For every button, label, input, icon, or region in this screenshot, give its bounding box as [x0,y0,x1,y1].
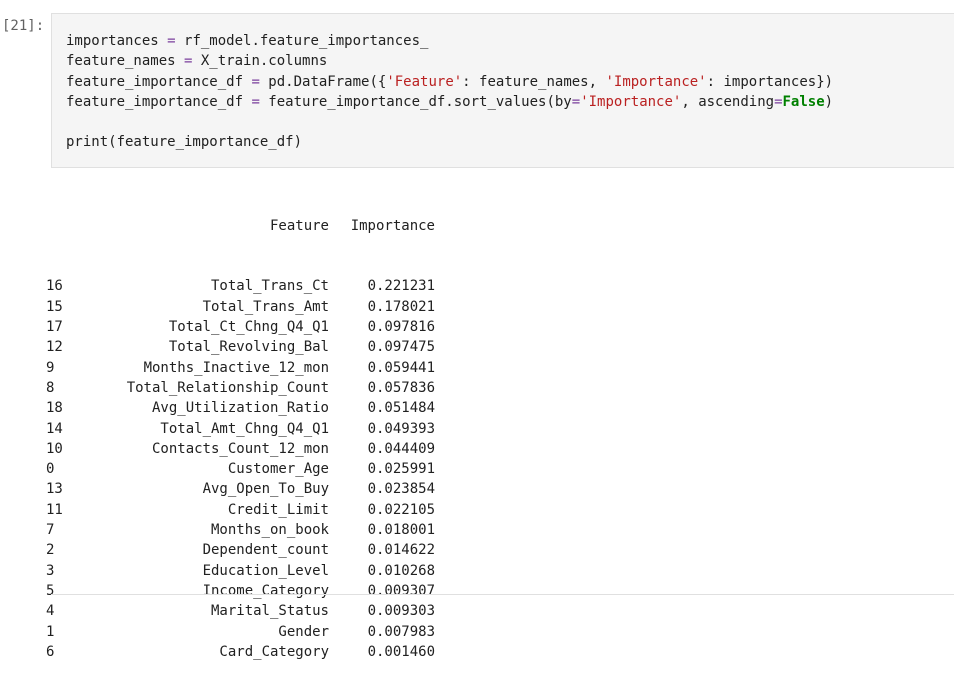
output-row: 15 Total_Trans_Amt 0.178021 [0,297,435,317]
output-row: 17 Total_Ct_Chng_Q4_Q1 0.097816 [0,317,435,337]
row-importance: 0.049393 [367,420,435,437]
row-importance: 0.059441 [367,359,435,376]
output-row: 7 Months_on_book 0.018001 [0,520,435,540]
row-feature: Card_Category [219,643,329,660]
row-index: 0 [46,461,55,478]
row-importance: 0.023854 [367,481,435,498]
row-importance: 0.010268 [367,562,435,579]
row-feature: Total_Amt_Chng_Q4_Q1 [160,420,329,437]
row-feature: Total_Trans_Amt [202,298,329,315]
row-index: 15 [46,298,63,315]
row-feature: Income_Category [202,582,329,599]
output-row: 8 Total_Relationship_Count 0.057836 [0,378,435,398]
row-importance: 0.009307 [367,582,435,599]
row-importance: 0.001460 [367,643,435,660]
row-index: 8 [46,379,55,396]
row-importance: 0.097816 [367,319,435,336]
row-feature: Credit_Limit [227,501,329,518]
output-row: 11 Credit_Limit 0.022105 [0,500,435,520]
output-row: 0 Customer_Age 0.025991 [0,459,435,479]
output-rows: 16 Total_Trans_Ct 0.221231 15 Total_Trans_Am… [0,276,435,662]
row-index: 6 [46,643,55,660]
output-row: 9 Months_Inactive_12_mon 0.059441 [0,358,435,378]
output-row: 2 Dependent_count 0.014622 [0,540,435,560]
row-feature: Avg_Open_To_Buy [202,481,329,498]
row-index: 18 [46,400,63,417]
row-index: 12 [46,339,63,356]
row-index: 3 [46,562,55,579]
row-importance: 0.007983 [367,623,435,640]
row-importance: 0.022105 [367,501,435,518]
output-row: 18 Avg_Utilization_Ratio 0.051484 [0,398,435,418]
row-importance: 0.044409 [367,440,435,457]
row-index: 10 [46,440,63,457]
row-importance: 0.025991 [367,461,435,478]
row-importance: 0.057836 [367,379,435,396]
row-feature: Gender [278,623,329,640]
output-row: 14 Total_Amt_Chng_Q4_Q1 0.049393 [0,419,435,439]
output-row: 5 Income_Category 0.009307 [0,581,435,601]
row-index: 5 [46,582,55,599]
code-cell-input[interactable]: importances = rf_model.feature_importanc… [51,13,954,168]
cell-output: Feature Importance 16 Total_Trans_Ct 0.2212… [0,175,435,682]
row-index: 7 [46,522,55,539]
code-line-2: feature_names = X_train.columns [66,53,328,70]
row-importance: 0.014622 [367,542,435,559]
output-row: 13 Avg_Open_To_Buy 0.023854 [0,479,435,499]
output-row: 16 Total_Trans_Ct 0.221231 [0,276,435,296]
output-row: 12 Total_Revolving_Bal 0.097475 [0,337,435,357]
row-importance: 0.097475 [367,339,435,356]
row-importance: 0.221231 [367,278,435,295]
row-index: 4 [46,603,55,620]
row-index: 11 [46,501,63,518]
cell-divider [51,594,954,595]
row-feature: Education_Level [202,562,329,579]
row-feature: Dependent_count [202,542,329,559]
output-row: 4 Marital_Status 0.009303 [0,601,435,621]
code-line-6: print(feature_importance_df) [66,134,303,151]
code-line-1: importances = rf_model.feature_importanc… [66,33,429,49]
cell-prompt: [21]: [2,18,45,34]
row-index: 16 [46,278,63,295]
code-line-3: feature_importance_df = pd.DataFrame({'F… [66,73,834,90]
row-importance: 0.051484 [367,400,435,417]
output-row: 10 Contacts_Count_12_mon 0.044409 [0,439,435,459]
row-feature: Total_Relationship_Count [126,379,329,396]
output-row: 3 Education_Level 0.010268 [0,561,435,581]
row-feature: Months_on_book [210,522,329,539]
row-index: 13 [46,481,63,498]
row-feature: Contacts_Count_12_mon [151,440,329,457]
row-index: 2 [46,542,55,559]
output-row: 6 Card_Category 0.001460 [0,642,435,662]
row-feature: Customer_Age [227,461,329,478]
row-index: 1 [46,623,55,640]
row-feature: Months_Inactive_12_mon [143,359,329,376]
row-importance: 0.018001 [367,522,435,539]
row-index: 9 [46,359,55,376]
header-feature: Feature [269,217,329,234]
code-editor[interactable]: importances = rf_model.feature_importanc… [66,31,833,153]
output-header-row: Feature Importance [0,216,435,236]
row-index: 17 [46,319,63,336]
row-feature: Total_Ct_Chng_Q4_Q1 [168,319,329,336]
header-importance: Importance [350,217,435,234]
row-feature: Total_Trans_Ct [210,278,329,295]
row-index: 14 [46,420,63,437]
row-feature: Marital_Status [210,603,329,620]
row-importance: 0.009303 [367,603,435,620]
code-line-4: feature_importance_df = feature_importan… [66,93,834,110]
output-row: 1 Gender 0.007983 [0,622,435,642]
row-feature: Total_Revolving_Bal [168,339,329,356]
row-importance: 0.178021 [367,298,435,315]
row-feature: Avg_Utilization_Ratio [151,400,329,417]
